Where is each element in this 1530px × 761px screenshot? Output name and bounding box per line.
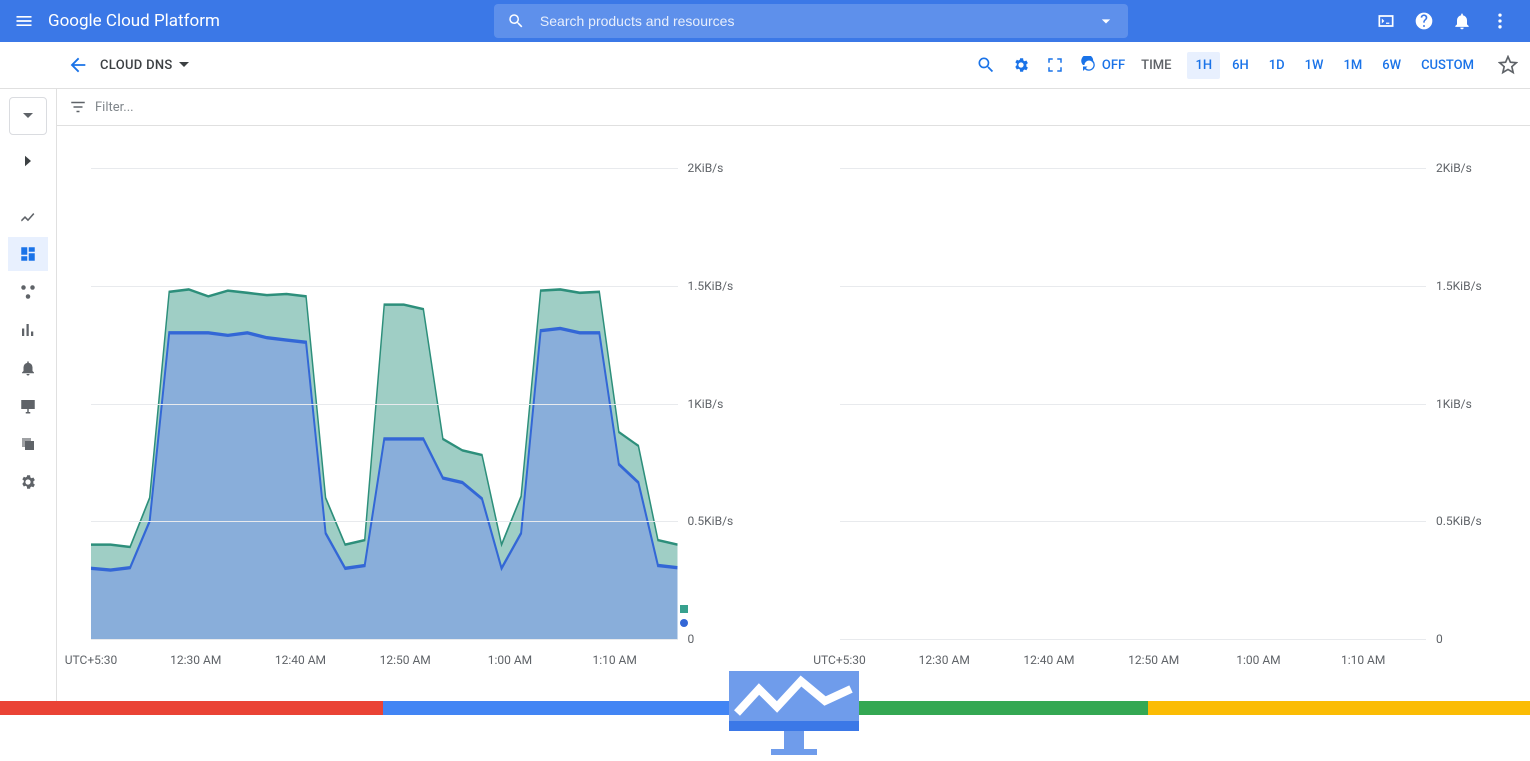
search-input[interactable]: [538, 12, 1084, 30]
y-tick-label: 1.5KiB/s: [1436, 279, 1506, 293]
sidebar-item-settings[interactable]: [8, 465, 48, 499]
refresh-icon: [1080, 56, 1098, 74]
content-pane: Filter... 0 0.5KiB/s 1KiB/s 1.5KiB/s 2KiB/s U…: [57, 89, 1530, 701]
sidebar-expand-button[interactable]: [10, 147, 46, 175]
x-tick-label: 1:10 AM: [592, 653, 636, 667]
main-area: Filter... 0 0.5KiB/s 1KiB/s 1.5KiB/s 2KiB/s U…: [0, 89, 1530, 701]
chevron-right-icon: [19, 152, 37, 170]
breadcrumb-label: CLOUD DNS: [100, 58, 173, 73]
x-tick-label: 12:50 AM: [380, 653, 431, 667]
sidebar-item-alerting[interactable]: [8, 351, 48, 385]
sidebar-item-metrics[interactable]: [8, 313, 48, 347]
x-tick-label: 12:30 AM: [919, 653, 970, 667]
sidebar-item-groups[interactable]: [8, 427, 48, 461]
breadcrumb[interactable]: CLOUD DNS: [100, 58, 189, 73]
x-tick-label: UTC+5:30: [813, 653, 866, 667]
notifications-icon[interactable]: [1452, 11, 1472, 31]
bar-chart[interactable]: 00.5KiB/s1KiB/s1.5KiB/s2KiB/sUTC+5:3012:…: [824, 156, 1513, 691]
search-icon: [976, 55, 996, 75]
monitoring-logo-icon: [729, 671, 859, 761]
x-tick-label: 1:00 AM: [488, 653, 532, 667]
layers-icon: [19, 435, 37, 453]
star-outline-icon: [1498, 55, 1518, 75]
line-chart-icon: [19, 207, 37, 225]
time-range-6h[interactable]: 6H: [1224, 52, 1257, 79]
legend-marker-circle: [680, 619, 688, 627]
filter-icon: [69, 98, 87, 116]
auto-refresh-toggle[interactable]: OFF: [1080, 56, 1125, 74]
cloud-shell-icon[interactable]: [1376, 11, 1396, 31]
caret-down-icon: [179, 60, 189, 70]
time-range-1w[interactable]: 1W: [1297, 52, 1332, 79]
sidebar-item-dashboards[interactable]: [8, 237, 48, 271]
time-range-6w[interactable]: 6W: [1374, 52, 1409, 79]
sidebar-selector-dropdown[interactable]: [9, 97, 47, 135]
star-button[interactable]: [1498, 55, 1518, 75]
back-button[interactable]: [56, 54, 100, 76]
x-tick-label: 12:30 AM: [170, 653, 221, 667]
bell-icon: [19, 359, 37, 377]
y-tick-label: 0.5KiB/s: [688, 514, 758, 528]
dashboard-icon: [19, 245, 37, 263]
x-tick-label: UTC+5:30: [65, 653, 118, 667]
time-range-group: 1H6H1D1W1M6WCUSTOM: [1187, 52, 1482, 79]
chart-legend: [680, 605, 688, 627]
gear-icon: [1012, 56, 1030, 74]
charts-row: 0 0.5KiB/s 1KiB/s 1.5KiB/s 2KiB/s UTC+5:30 12:…: [57, 126, 1530, 701]
time-range-1h[interactable]: 1H: [1187, 52, 1220, 79]
bar-chart-icon: [19, 321, 37, 339]
y-tick-label: 0: [688, 632, 758, 646]
fullscreen-button[interactable]: [1046, 56, 1064, 74]
y-tick-label: 1KiB/s: [1436, 397, 1506, 411]
y-tick-label: 2KiB/s: [688, 161, 758, 175]
area-chart[interactable]: 00.5KiB/s1KiB/s1.5KiB/s2KiB/sUTC+5:3012:…: [75, 156, 764, 691]
gcp-top-bar: Google Cloud Platform: [0, 0, 1530, 42]
more-vertical-icon[interactable]: [1490, 11, 1510, 31]
sidebar-item-monitoring[interactable]: [8, 199, 48, 233]
settings-button[interactable]: [1012, 56, 1030, 74]
sidebar-item-uptime[interactable]: [8, 389, 48, 423]
left-sidebar: [0, 89, 57, 701]
search-tool-button[interactable]: [976, 55, 996, 75]
refresh-label: OFF: [1102, 58, 1125, 73]
time-label: TIME: [1141, 58, 1171, 73]
x-tick-label: 12:40 AM: [275, 653, 326, 667]
y-tick-label: 0: [1436, 632, 1506, 646]
gear-icon: [19, 473, 37, 491]
monitor-icon: [19, 397, 37, 415]
x-tick-label: 1:00 AM: [1236, 653, 1280, 667]
y-tick-label: 2KiB/s: [1436, 161, 1506, 175]
help-icon[interactable]: [1414, 11, 1434, 31]
nodes-icon: [19, 283, 37, 301]
search-icon: [494, 12, 538, 30]
x-tick-label: 12:40 AM: [1023, 653, 1074, 667]
menu-icon: [14, 11, 34, 31]
y-tick-label: 0.5KiB/s: [1436, 514, 1506, 528]
filter-placeholder: Filter...: [95, 100, 134, 115]
fullscreen-icon: [1046, 56, 1064, 74]
chevron-down-icon[interactable]: [1084, 11, 1128, 31]
header-actions: [1376, 11, 1530, 31]
arrow-back-icon: [67, 54, 89, 76]
global-search[interactable]: [494, 4, 1128, 38]
monitoring-logo: [729, 671, 859, 761]
hamburger-menu-button[interactable]: [0, 11, 48, 31]
y-tick-label: 1.5KiB/s: [688, 279, 758, 293]
time-range-1m[interactable]: 1M: [1335, 52, 1370, 79]
time-range-custom[interactable]: CUSTOM: [1413, 52, 1482, 79]
sidebar-item-services[interactable]: [8, 275, 48, 309]
legend-marker-square: [680, 605, 688, 613]
caret-down-icon: [23, 111, 33, 121]
time-range-1d[interactable]: 1D: [1261, 52, 1293, 79]
y-tick-label: 1KiB/s: [688, 397, 758, 411]
x-tick-label: 12:50 AM: [1128, 653, 1179, 667]
x-tick-label: 1:10 AM: [1341, 653, 1385, 667]
filter-bar[interactable]: Filter...: [57, 89, 1530, 126]
page-toolbar: CLOUD DNS OFF TIME 1H6H1D1W1M6WCUSTOM: [0, 42, 1530, 89]
product-title: Google Cloud Platform: [48, 11, 260, 31]
